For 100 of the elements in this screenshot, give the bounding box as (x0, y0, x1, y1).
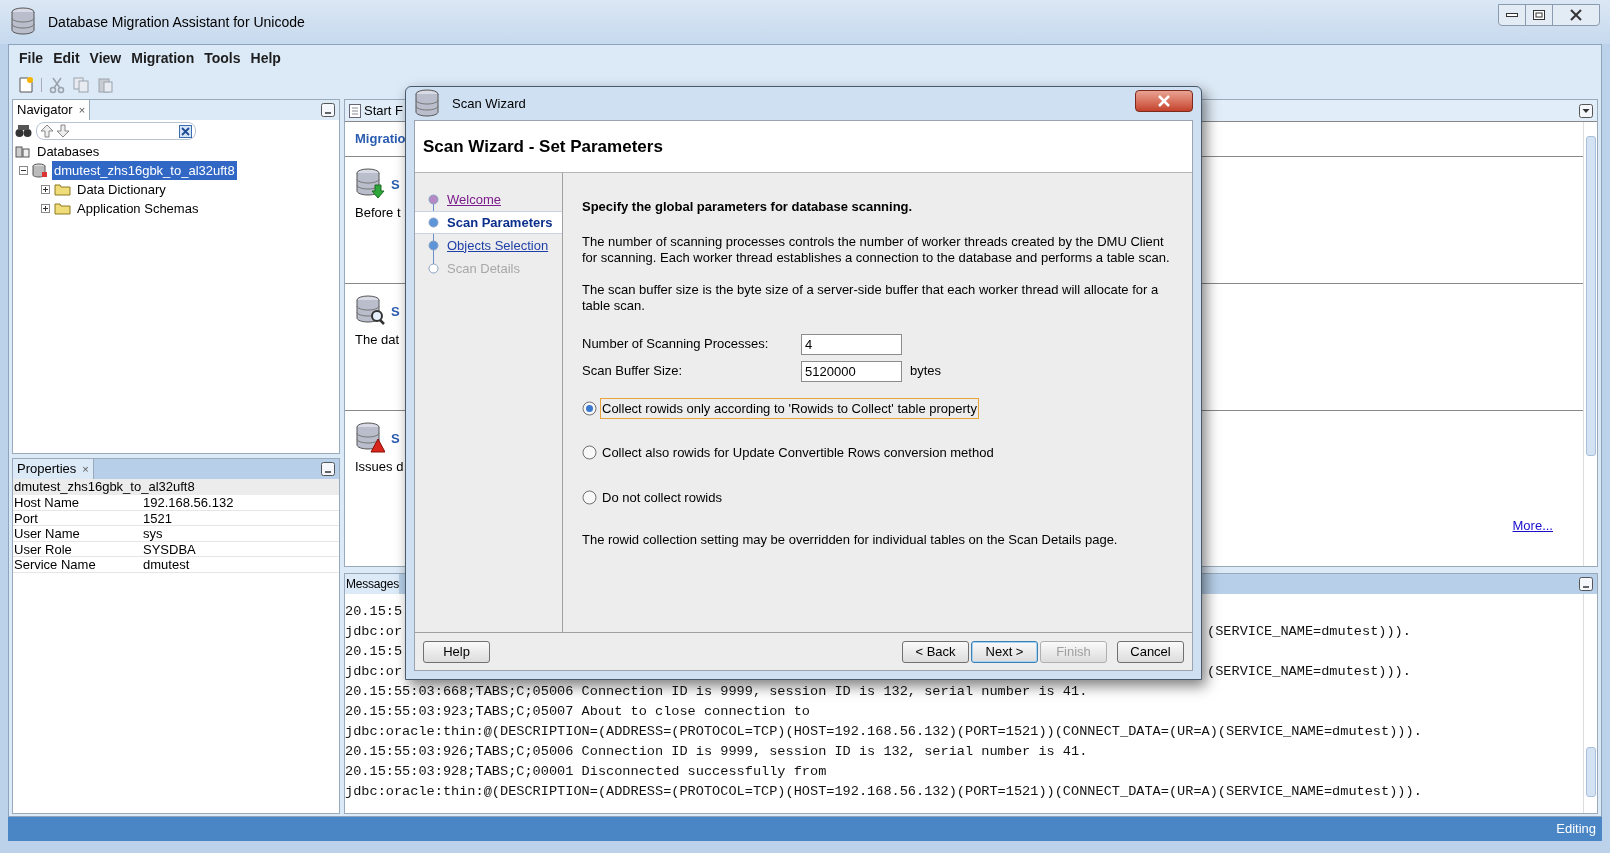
wizard-button[interactable]: Next > (971, 640, 1038, 663)
log-line: 20.15:55:03:668;TABS;C;05006 Connection ID is 9999, session ID is 132, serial number is 41. (345, 684, 1088, 699)
tree-item[interactable]: Databases (35, 141, 102, 162)
section-text: Issues d (355, 458, 404, 476)
panel-tab[interactable]: Messages (346, 575, 400, 593)
wizard-heading: Scan Wizard - Set Parameters (423, 135, 663, 158)
panel-tab[interactable]: Properties (17, 459, 77, 479)
minimize-icon (1506, 13, 1518, 17)
folder-icon (54, 202, 71, 215)
property-value: sys (143, 526, 163, 541)
log-line: jdbc:oracle:thin:@(DESCRIPTION=(ADDRESS=(PROTOCOL=TCP)(HOST=192.168.56.132)(PORT=1521))(CONNECT_DATA=(UR=A)(SERVICE_NAME=dmutest))). (345, 784, 1422, 799)
new-file-icon[interactable] (17, 76, 35, 94)
start-page-heading: Migratio (355, 130, 406, 149)
menu-item[interactable]: Migration (131, 47, 195, 69)
field-label: Number of Scanning Processes: (582, 335, 770, 354)
dialog-title: Scan Wizard (452, 94, 526, 113)
close-icon (1157, 94, 1171, 107)
menu-item[interactable]: Edit (53, 47, 80, 69)
input-field[interactable]: 5120000 (801, 360, 902, 382)
description-text: The scan buffer size is the byte size of a server-side buffer that each worker thread will allocate for a table scan. (582, 281, 1160, 314)
minimize-icon[interactable] (321, 462, 335, 476)
arrow-up-icon[interactable] (40, 124, 54, 138)
log-line: jdbc:oracle:thin:@(DESCRIPTION=(ADDRESS=(PROTOCOL=TCP)(HOST=192.168.56.132)(PORT=1521))(CONNECT_DATA=(UR=A)(SERVICE_NAME=dmutest))). (345, 724, 1422, 739)
property-value: dmutest (143, 557, 190, 572)
note-text: The rowid collection setting may be overridden for individual tables on the Scan Details page. (582, 531, 1119, 549)
step-dot-icon (428, 194, 439, 205)
field-label: Scan Buffer Size: (582, 362, 684, 381)
folder-icon (54, 183, 71, 196)
tab-close[interactable]: × (78, 101, 86, 119)
maximize-icon (1533, 10, 1545, 20)
step-dot-icon (428, 240, 439, 251)
more-link[interactable]: More... (1512, 516, 1553, 536)
window-title: Database Migration Assistant for Unicode (48, 12, 305, 32)
property-name: Host Name (13, 495, 81, 510)
expand-icon[interactable] (41, 185, 50, 194)
database-icon (355, 294, 385, 326)
wizard-step[interactable]: Objects Selection (447, 235, 549, 256)
scrollbar[interactable] (1585, 747, 1596, 797)
menu-item[interactable]: View (89, 47, 122, 69)
cancel-button[interactable]: Cancel (1117, 640, 1184, 663)
wizard-button[interactable]: < Back (902, 640, 969, 663)
intro-text: Specify the global parameters for database scanning. (582, 198, 914, 216)
dropdown-icon[interactable] (1579, 103, 1593, 118)
log-line: 20.15:55:03:923;TABS;C;05007 About to close connection to (345, 704, 810, 719)
binoculars-icon[interactable] (15, 124, 32, 138)
log-line: jdbc:or (345, 664, 403, 679)
log-line: 20.15:55:03:926;TABS;C;05006 Connection ID is 9999, session ID is 132, serial number is 41. (345, 744, 1088, 759)
section-title: S (391, 176, 400, 194)
radio-button[interactable] (582, 489, 597, 505)
arrow-down-icon[interactable] (56, 124, 70, 138)
minimize-icon[interactable] (321, 103, 335, 117)
tree-item[interactable]: Application Schemas (75, 198, 201, 219)
editor-tab[interactable]: Start F (364, 100, 403, 121)
section-text: Before t (355, 204, 401, 222)
log-line: (SERVICE_NAME=dmutest))). (1207, 623, 1411, 641)
property-name: User Role (13, 541, 73, 556)
section-title: S (391, 303, 400, 321)
step-dot-icon (428, 217, 439, 228)
radio-label[interactable]: Do not collect rowids (600, 486, 724, 508)
expand-icon[interactable] (41, 204, 50, 213)
minimize-icon[interactable] (1579, 577, 1593, 591)
property-name: Service Name (13, 557, 97, 572)
collapse-icon[interactable] (19, 166, 28, 175)
tab-close[interactable]: × (82, 460, 89, 478)
close-icon (1569, 9, 1583, 21)
unit-label: bytes (910, 362, 942, 381)
section-text: The dat (355, 331, 400, 349)
wizard-step: Scan Details (447, 258, 520, 279)
database-icon (32, 163, 48, 178)
search-field[interactable] (36, 122, 196, 140)
menu-item[interactable]: File (19, 47, 44, 69)
radio-button[interactable] (582, 445, 597, 461)
tree-item[interactable]: Data Dictionary (75, 179, 168, 200)
radio-label[interactable]: Collect also rowids for Update Convertible Rows conversion method (600, 442, 996, 464)
section-title: S (391, 430, 400, 448)
page-icon (349, 103, 361, 118)
scrollbar[interactable] (1585, 136, 1596, 456)
log-line: (SERVICE_NAME=dmutest))). (1207, 663, 1411, 681)
panel-tab[interactable]: Navigator (17, 100, 73, 120)
radio-button[interactable] (582, 400, 597, 416)
close-button[interactable] (1135, 89, 1193, 112)
wizard-step[interactable]: Welcome (447, 189, 501, 210)
database-icon (355, 167, 385, 199)
log-line: jdbc:or (345, 624, 403, 639)
input-field[interactable]: 4 (801, 333, 902, 355)
radio-label[interactable]: Collect rowids only according to 'Rowids to Collect' table property (600, 397, 979, 419)
description-text: The number of scanning processes controls the number of worker threads created by the DMU Client for scanning. Each worker thread establishes a connection to the database and performs a table scan. (582, 233, 1171, 266)
property-value: 192.168.56.132 (143, 495, 234, 510)
tree-item[interactable]: dmutest_zhs16gbk_to_al32uft8 (52, 160, 237, 181)
database-icon (355, 421, 385, 453)
property-name: Port (13, 510, 39, 525)
property-name: User Name (13, 526, 81, 541)
clear-icon[interactable] (179, 124, 192, 138)
menu-item[interactable]: Help (250, 47, 281, 69)
help-button[interactable]: Help (423, 640, 490, 663)
log-line: 20.15:5 (345, 644, 403, 659)
property-heading: dmutest_zhs16gbk_to_al32uft8 (13, 479, 339, 495)
property-value: 1521 (143, 510, 172, 525)
log-line: 20.15:5 (345, 604, 403, 619)
menu-item[interactable]: Tools (204, 47, 241, 69)
